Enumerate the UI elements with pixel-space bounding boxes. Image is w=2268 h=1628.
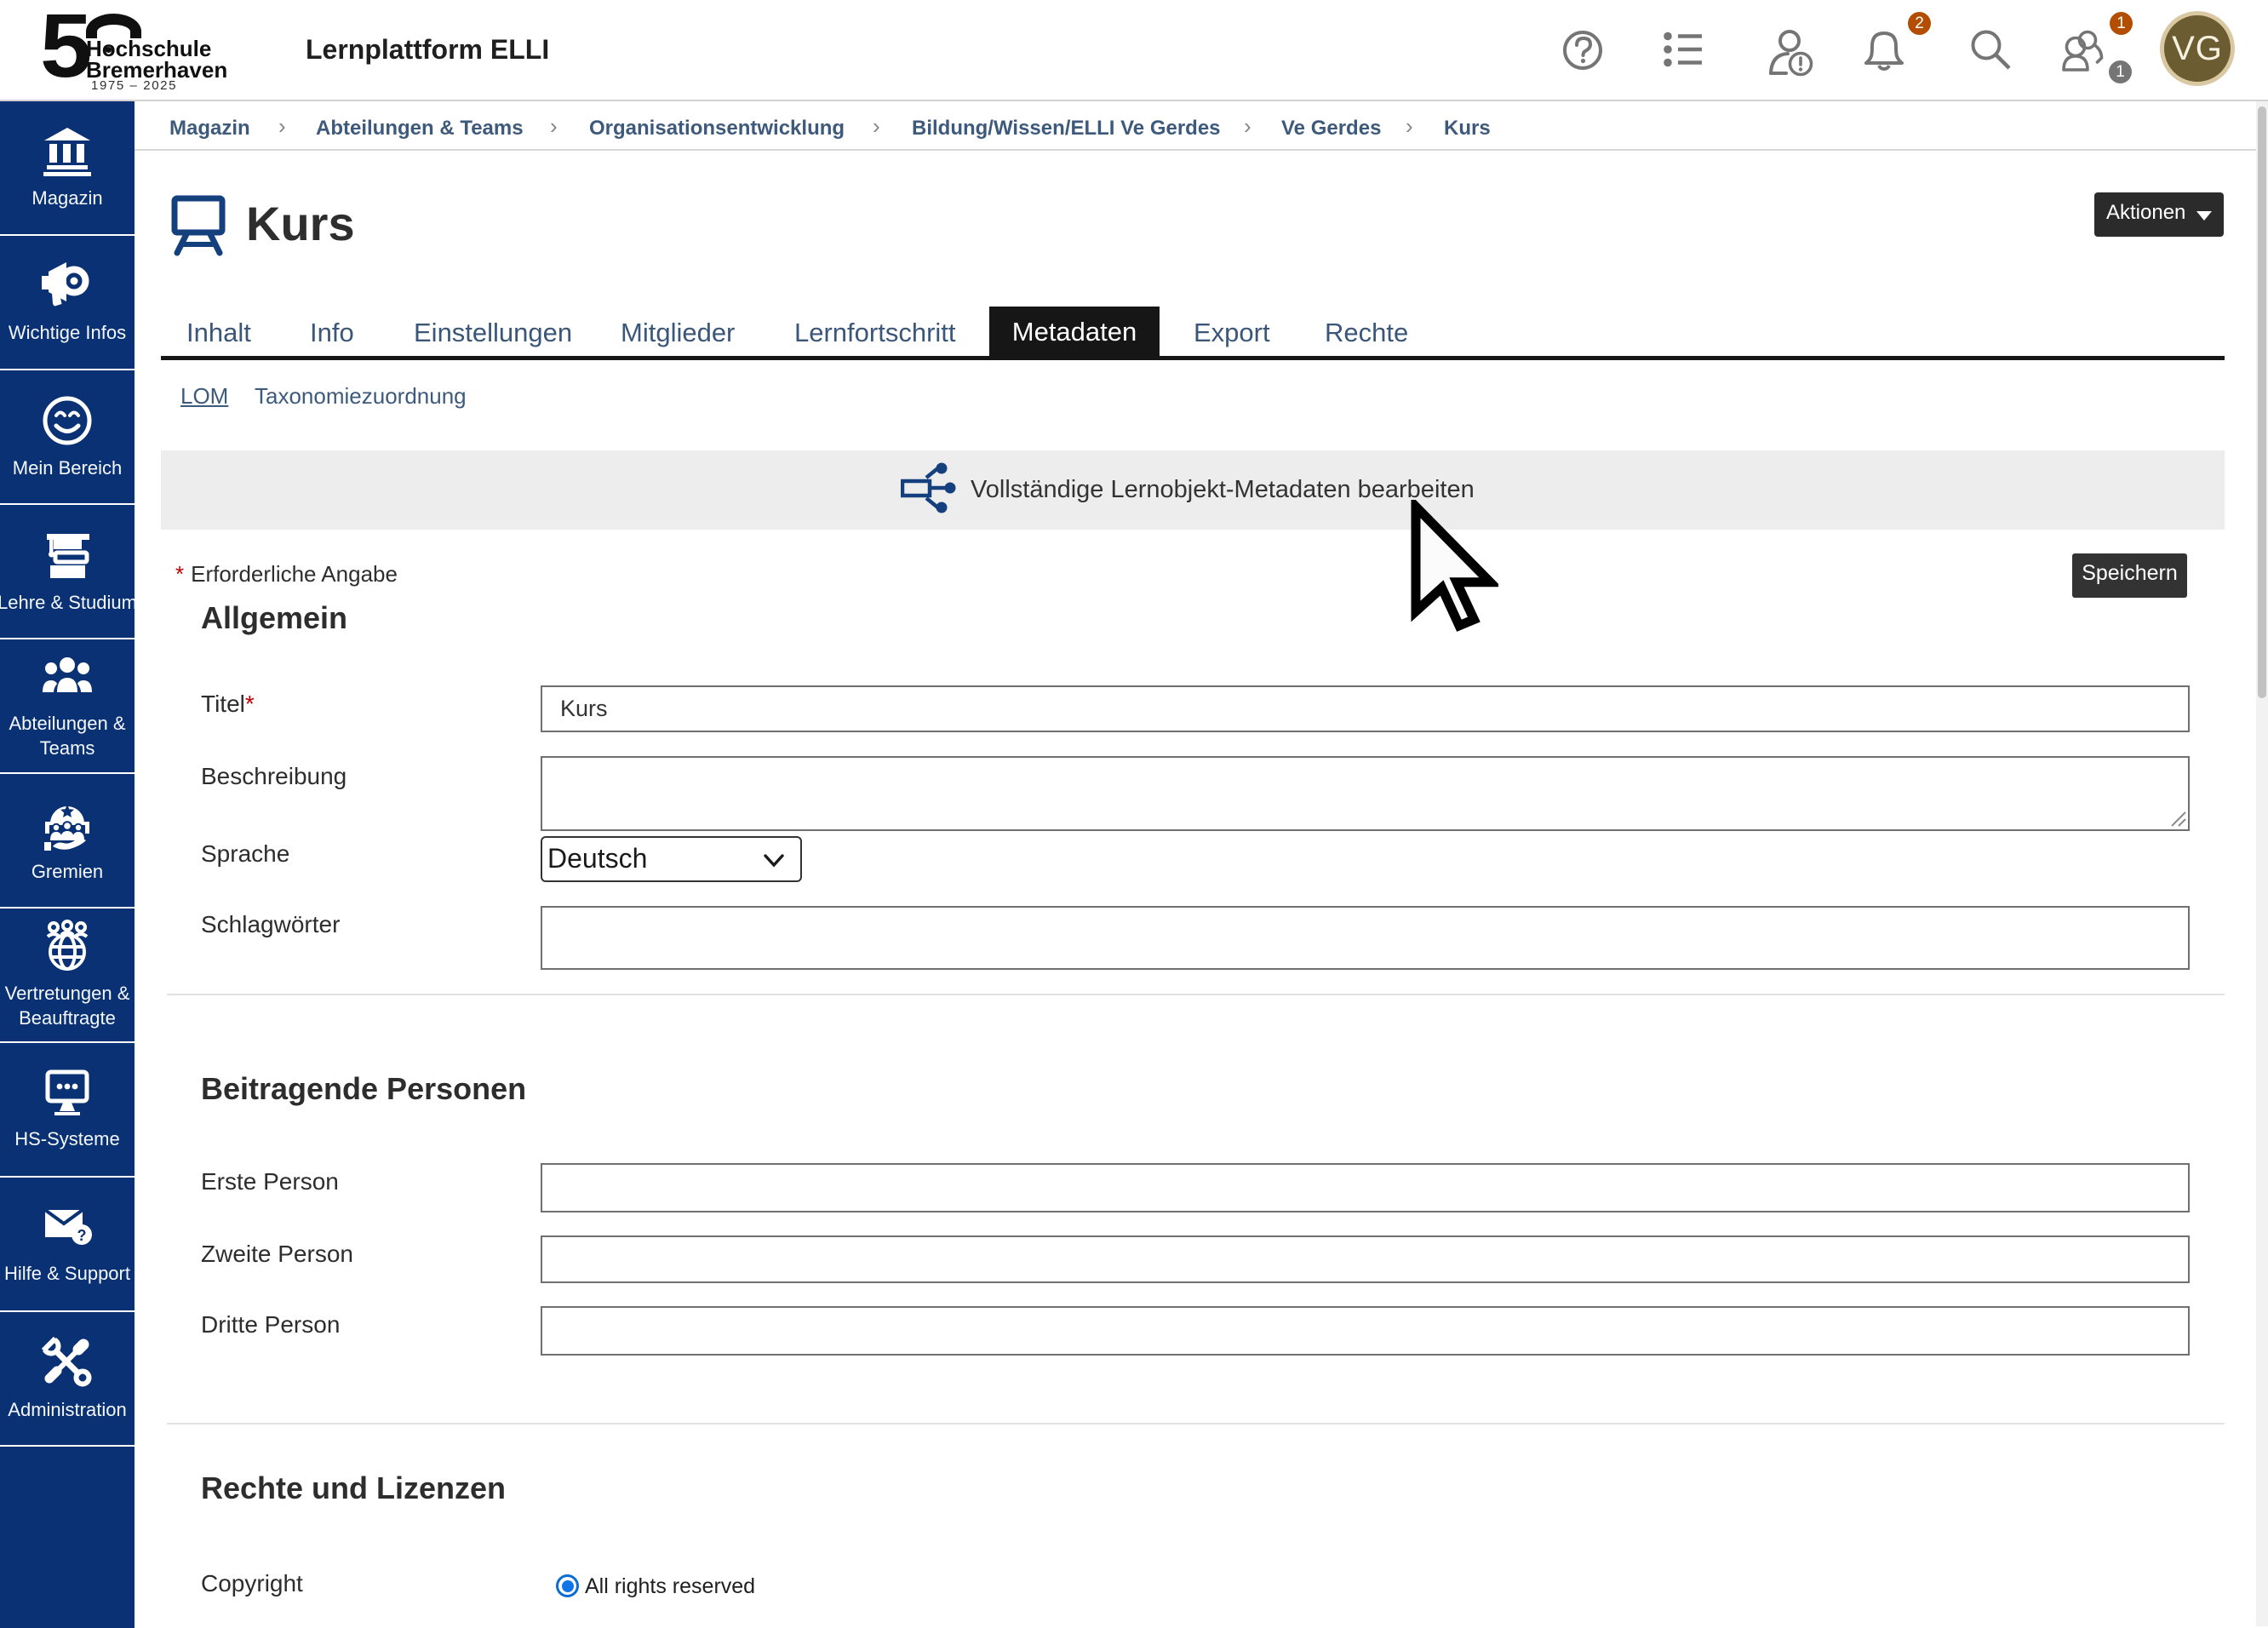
svg-text:?: ?: [77, 1227, 87, 1244]
